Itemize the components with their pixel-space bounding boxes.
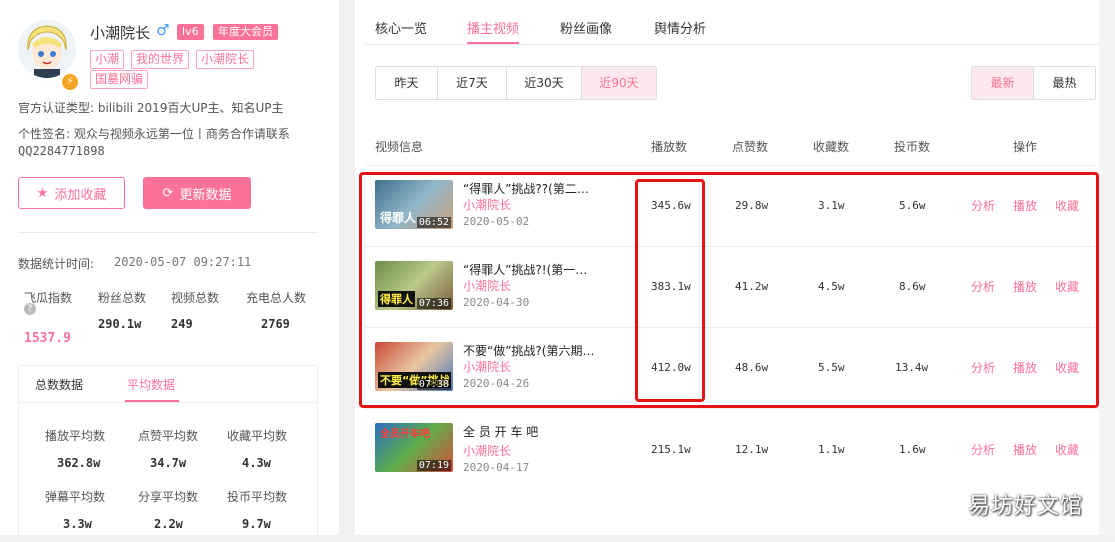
stat-label: 充电总人数 (246, 291, 307, 305)
range-yesterday-button[interactable]: 昨天 (376, 67, 438, 99)
male-icon: ♂ (156, 21, 170, 39)
vip-badge: 年度大会员 (213, 24, 278, 40)
range-30days-button[interactable]: 近30天 (507, 67, 582, 99)
header-actions: 操作 (1013, 140, 1038, 154)
stat-value: 249 (171, 317, 193, 331)
user-name: 小潮院长 (90, 24, 151, 42)
coins-value: 1.6w (899, 443, 926, 456)
avg-label: 弹幕平均数 (45, 490, 106, 504)
verified-lightning-icon: ⚡ (60, 72, 80, 92)
add-favorite-button[interactable]: ★ 添加收藏 (18, 177, 125, 209)
user-tag[interactable]: 小潮院长 (196, 50, 255, 69)
avg-value: 4.3w (242, 456, 271, 470)
header-likes: 点赞数 (732, 140, 769, 154)
tab-divider (19, 402, 317, 403)
avg-value: 362.8w (57, 456, 101, 470)
tab-public-opinion[interactable]: 舆情分析 (654, 18, 706, 37)
update-data-button[interactable]: ⟳ 更新数据 (143, 177, 251, 209)
tab-videos[interactable]: 播主视频 (467, 18, 519, 37)
stat-label: 粉丝总数 (98, 291, 147, 305)
avg-label: 收藏平均数 (227, 429, 288, 443)
avg-value: 2.2w (154, 517, 183, 531)
user-tag[interactable]: 我的世界 (131, 50, 190, 69)
user-tag[interactable]: 小潮 (90, 50, 125, 69)
stat-value: 1537.9 (24, 331, 71, 346)
tab-fans-profile[interactable]: 粉丝画像 (560, 18, 612, 37)
avg-label: 分享平均数 (138, 490, 199, 504)
range-7days-button[interactable]: 近7天 (438, 67, 507, 99)
video-author[interactable]: 小潮院长 (463, 442, 511, 459)
tab-core-overview[interactable]: 核心一览 (375, 18, 427, 37)
video-title[interactable]: 全 员 开 车 吧 (463, 423, 633, 440)
signature-text: 个性签名: 观众与视频永远第一位丨商务合作请联系 (18, 127, 290, 141)
profile-panel: ⚡ 小潮院长 ♂ lv6 年度大会员 小潮 我的世界 小潮院长 国墓网骗 官方认… (0, 0, 339, 542)
qq-text: QQ2284771898 (18, 144, 105, 158)
refresh-icon: ⟳ (162, 185, 174, 201)
certification-text: 官方认证类型: bilibili 2019百大UP主、知名UP主 (18, 101, 284, 115)
header-plays: 播放数 (651, 140, 688, 154)
avg-value: 34.7w (150, 456, 187, 470)
highlight-box-plays (635, 179, 705, 402)
sort-selector: 最新 最热 (971, 66, 1096, 100)
stats-time-label: 数据统计时间: (18, 257, 95, 271)
header-video-info: 视频信息 (375, 140, 424, 154)
likes-value: 12.1w (735, 443, 769, 456)
analyze-link[interactable]: 分析 (971, 441, 995, 458)
scrollbar[interactable] (1099, 0, 1115, 535)
average-data-card: 总数数据 平均数据 播放平均数 362.8w 点赞平均数 34.7w 收藏平均数… (18, 365, 318, 542)
sort-latest-button[interactable]: 最新 (972, 67, 1034, 99)
tab-total-data[interactable]: 总数数据 (35, 376, 83, 393)
stat-value: 2769 (261, 317, 290, 331)
date-range-selector: 昨天 近7天 近30天 近90天 (375, 66, 657, 100)
stat-label: 视频总数 (171, 291, 220, 305)
help-icon[interactable]: ? (24, 303, 36, 315)
star-icon: ★ (36, 185, 49, 201)
avatar-image (18, 20, 76, 78)
tab-bar-divider (365, 44, 1100, 45)
level-badge: lv6 (177, 24, 204, 40)
favorite-link[interactable]: 收藏 (1055, 441, 1079, 458)
video-thumbnail[interactable]: 全员开车吧 07:19 (375, 423, 453, 472)
range-90days-button[interactable]: 近90天 (582, 67, 656, 99)
tab-underline (125, 400, 179, 402)
thumbnail-caption: 全员开车吧 (380, 429, 430, 440)
highlight-box-rows (359, 172, 1099, 408)
divider (18, 232, 318, 233)
video-date: 2020-04-17 (463, 461, 530, 474)
video-duration: 07:19 (416, 460, 451, 471)
user-tag[interactable]: 国墓网骗 (90, 70, 149, 89)
avg-label: 投币平均数 (227, 490, 288, 504)
stats-time-value: 2020-05-07 09:27:11 (114, 255, 252, 269)
add-favorite-label: 添加收藏 (54, 187, 107, 203)
tab-average-data[interactable]: 平均数据 (127, 376, 175, 393)
update-data-label: 更新数据 (179, 187, 232, 203)
favorites-value: 1.1w (818, 443, 845, 456)
plays-value: 215.1w (651, 443, 691, 456)
avg-label: 点赞平均数 (138, 429, 199, 443)
watermark: 易坊好文馆 (968, 494, 1084, 519)
avatar[interactable] (18, 20, 76, 78)
avg-value: 9.7w (242, 517, 271, 531)
sort-hottest-button[interactable]: 最热 (1034, 67, 1095, 99)
avg-value: 3.3w (63, 517, 92, 531)
table-row: 全员开车吧 07:19 全 员 开 车 吧 小潮院长 2020-04-17 21… (365, 408, 1100, 489)
header-favorites: 收藏数 (813, 140, 850, 154)
header-coins: 投币数 (894, 140, 931, 154)
stat-value: 290.1w (98, 317, 142, 331)
avg-label: 播放平均数 (45, 429, 106, 443)
play-link[interactable]: 播放 (1013, 441, 1037, 458)
